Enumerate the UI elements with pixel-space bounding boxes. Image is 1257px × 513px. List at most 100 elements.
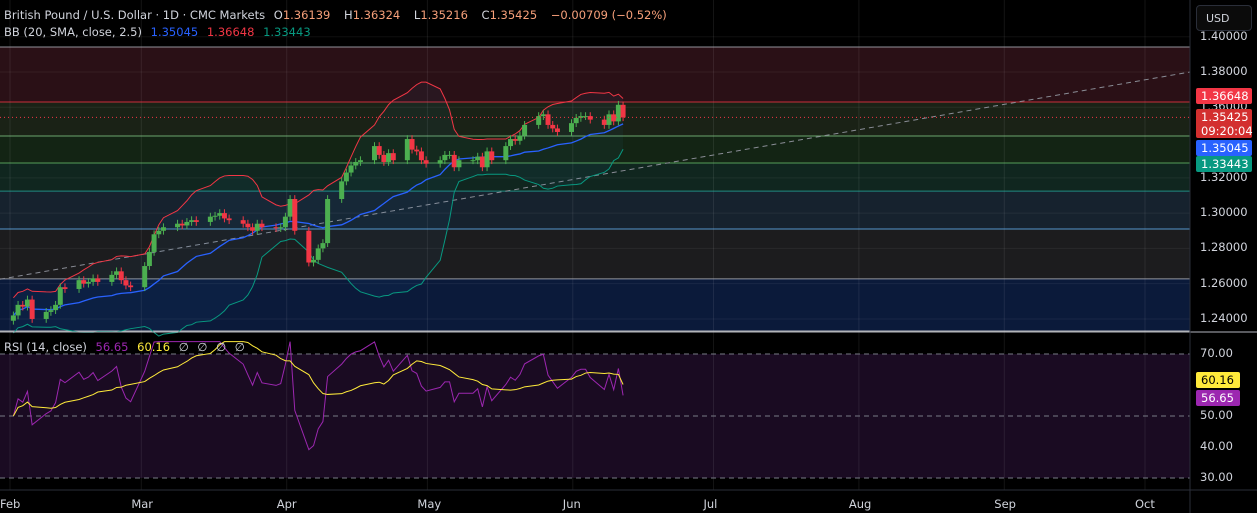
time-tick-label: Apr	[276, 497, 297, 511]
candle-body	[43, 311, 49, 319]
open-label: O	[273, 8, 283, 22]
rsi-value: 56.65	[95, 340, 129, 354]
candle-body	[259, 223, 265, 228]
candle-body	[207, 216, 213, 222]
candle-body	[57, 287, 63, 305]
candle-body	[386, 153, 392, 162]
candle-body	[226, 218, 232, 221]
candle-body	[156, 230, 162, 235]
candle-body	[583, 116, 589, 118]
time-tick-label: Mar	[131, 497, 154, 511]
candle-body	[325, 199, 331, 244]
price-tick-label: 1.28000	[1200, 240, 1248, 255]
rsi-placeholder: ∅	[178, 340, 189, 354]
candle-body	[212, 215, 218, 217]
candle-body	[76, 280, 82, 289]
rsi-ma-value: 60.16	[137, 340, 171, 354]
candle-body	[306, 230, 312, 263]
bb-upper-value: 1.36648	[206, 25, 255, 39]
candle-body	[142, 266, 148, 288]
candle-body	[273, 227, 279, 229]
candle-body	[442, 154, 448, 161]
candle-body	[573, 117, 579, 124]
time-tick-label: Oct	[1134, 497, 1155, 511]
rsi-legend[interactable]: RSI (14, close) 56.65 60.16 ∅ ∅ ∅ ∅	[4, 340, 250, 354]
candle-body	[278, 227, 284, 229]
candle-body	[287, 199, 293, 217]
change-value: −0.00709 (−0.52%)	[550, 8, 667, 22]
bb-legend[interactable]: BB (20, SMA, close, 2.5) 1.35045 1.36648…	[4, 25, 316, 39]
rsi-placeholder: ∅	[197, 340, 208, 354]
bb-basis-value: 1.35045	[150, 25, 199, 39]
candle-body	[311, 259, 317, 263]
rsi-tick-label: 40.00	[1200, 439, 1233, 453]
time-tick-label: Aug	[848, 497, 872, 511]
rsi-tick-label: 70.00	[1200, 346, 1233, 360]
candle-body	[315, 248, 321, 260]
candle-body	[250, 227, 256, 231]
candle-body	[615, 104, 621, 122]
candle-body	[151, 234, 157, 252]
candle-body	[217, 213, 223, 216]
symbol-title: British Pound / U.S. Dollar · 1D · CMC M…	[4, 8, 266, 22]
candle-body	[409, 139, 415, 150]
rsi-tick-label: 30.00	[1200, 470, 1233, 484]
candle-body	[414, 149, 420, 152]
time-tick-label: Jun	[562, 497, 581, 511]
price-tick-label: 1.40000	[1200, 28, 1248, 43]
candle-body	[254, 223, 260, 231]
candle-body	[85, 281, 91, 284]
ohlc-high: H1.36324	[344, 8, 405, 22]
bb-lower-badge: 1.33443	[1196, 156, 1252, 172]
time-tick-label: May	[417, 497, 442, 511]
candle-body	[146, 251, 152, 267]
candle-body	[90, 278, 96, 282]
candle-body	[20, 304, 26, 307]
open-value: 1.36139	[282, 8, 331, 22]
rsi-ma-badge: 60.16	[1196, 372, 1240, 388]
candle-body	[475, 156, 481, 161]
candle-body	[81, 280, 87, 284]
price-tick-label: 1.30000	[1200, 205, 1248, 220]
candle-body	[606, 114, 612, 125]
candle-body	[376, 146, 382, 155]
high-value: 1.36324	[352, 8, 401, 22]
price-tick-label: 1.26000	[1200, 275, 1248, 290]
candle-body	[568, 123, 574, 132]
close-value: 1.35425	[489, 8, 538, 22]
candle-body	[545, 114, 551, 125]
candle-body	[339, 181, 345, 200]
candle-body	[447, 154, 453, 156]
chart-canvas[interactable]	[0, 0, 1257, 513]
candle-body	[601, 119, 607, 125]
candle-body	[418, 151, 424, 161]
candle-body	[29, 299, 35, 319]
rsi-tick-label: 50.00	[1200, 408, 1233, 422]
rsi-placeholder: ∅	[234, 340, 245, 354]
candle-body	[184, 221, 190, 226]
candle-body	[48, 310, 54, 312]
low-value: 1.35216	[420, 8, 468, 22]
candle-body	[437, 160, 443, 164]
candle-body	[484, 151, 490, 168]
symbol-legend[interactable]: British Pound / U.S. Dollar · 1D · CMC M…	[4, 8, 672, 22]
candle-body	[114, 271, 120, 275]
price-tick-label: 1.38000	[1200, 64, 1248, 78]
price-tick-label: 1.24000	[1200, 310, 1248, 325]
candle-body	[95, 278, 101, 282]
candle-body	[489, 151, 495, 161]
candle-body	[62, 287, 68, 289]
time-tick-label: Sep	[994, 497, 1016, 511]
candle-body	[503, 146, 509, 161]
candle-body	[620, 104, 626, 118]
rsi-label: RSI (14, close)	[4, 340, 87, 354]
candle-body	[456, 160, 462, 168]
candle-body	[292, 199, 298, 231]
candle-body	[540, 114, 546, 117]
currency-button[interactable]: USD	[1196, 5, 1252, 31]
candle-body	[240, 220, 246, 224]
candle-body	[245, 223, 251, 228]
candle-body	[357, 160, 363, 162]
last-price: 1.35425	[1201, 110, 1249, 124]
candle-body	[15, 304, 21, 316]
